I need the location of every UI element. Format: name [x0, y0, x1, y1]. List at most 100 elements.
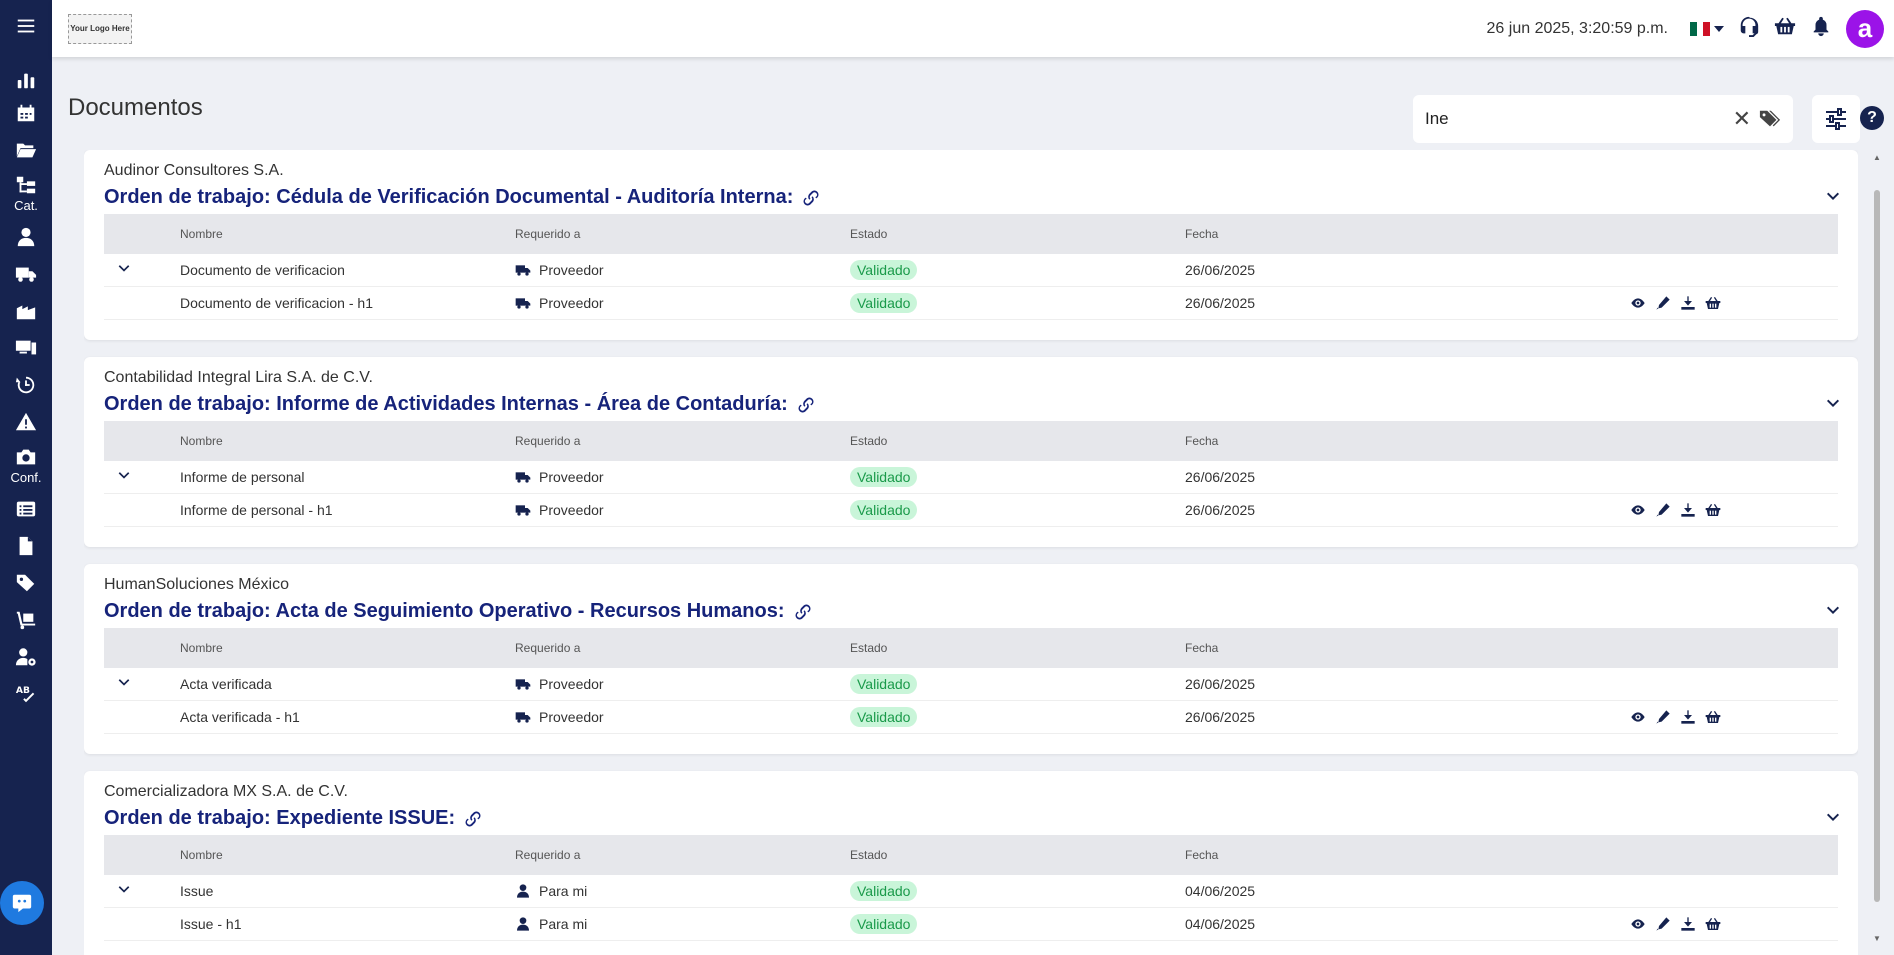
required-to: Proveedor [515, 676, 850, 692]
order-title[interactable]: Orden de trabajo: Expediente ISSUE: [104, 807, 483, 830]
sidebar-item-suppliers[interactable] [0, 255, 52, 292]
row-actions [1630, 916, 1721, 932]
table-row[interactable]: Acta verificada - h1 Proveedor Validado 26/… [104, 701, 1838, 734]
eye-icon[interactable] [1630, 295, 1646, 311]
pen-icon[interactable] [1655, 295, 1671, 311]
truck-icon [515, 502, 531, 518]
link-icon[interactable] [796, 395, 816, 415]
pen-icon[interactable] [1655, 709, 1671, 725]
camera-icon [16, 449, 36, 464]
sidebar-item-alerts[interactable] [0, 403, 52, 440]
truck-icon [515, 676, 531, 692]
eye-icon[interactable] [1630, 502, 1646, 518]
pen-icon[interactable] [1655, 916, 1671, 932]
language-flag-icon[interactable] [1690, 21, 1711, 36]
sidebar-item-folders[interactable] [0, 131, 52, 168]
column-header-name: Nombre [180, 434, 223, 448]
table-row[interactable]: Documento de verificacion - h1 Proveedor V… [104, 287, 1838, 320]
sidebar-item-spellcheck[interactable]: AB [0, 675, 52, 712]
link-icon[interactable] [793, 602, 813, 622]
sidebar-item-calendar[interactable] [0, 94, 52, 131]
sidebar-item-catalogs[interactable]: Cat. [0, 168, 52, 218]
order-title-text: Orden de trabajo: Expediente ISSUE: [104, 807, 456, 829]
basket-icon[interactable] [1705, 916, 1721, 932]
order-title[interactable]: Orden de trabajo: Cédula de Verificación… [104, 186, 821, 209]
sitemap-icon [16, 176, 36, 193]
sidebar-item-tags[interactable] [0, 564, 52, 601]
sidebar-item-config[interactable]: Conf. [0, 440, 52, 490]
filter-button[interactable] [1812, 95, 1860, 143]
chevron-down-icon[interactable] [1824, 188, 1842, 211]
link-icon[interactable] [801, 188, 821, 208]
state-cell: Validado [850, 500, 1185, 520]
search-input[interactable] [1425, 109, 1733, 129]
menu-icon [17, 19, 35, 33]
chevron-down-icon[interactable] [1714, 25, 1724, 32]
avatar[interactable]: a [1846, 9, 1884, 48]
download-icon[interactable] [1680, 295, 1696, 311]
cart-button[interactable] [1774, 15, 1796, 42]
chevron-down-icon [118, 885, 130, 893]
calendar-icon [17, 104, 35, 121]
order-title[interactable]: Orden de trabajo: Acta de Seguimiento Op… [104, 600, 813, 623]
sidebar-item-shipments[interactable] [0, 601, 52, 638]
order-title[interactable]: Orden de trabajo: Informe de Actividades… [104, 393, 816, 416]
sidebar-item-history[interactable] [0, 366, 52, 403]
column-header-date: Fecha [1185, 227, 1219, 241]
basket-icon[interactable] [1705, 709, 1721, 725]
chevron-down-icon[interactable] [1824, 395, 1842, 418]
table-row[interactable]: Documento de verificacion Proveedor Valida… [104, 254, 1838, 287]
sidebar-item-devices[interactable] [0, 329, 52, 366]
link-icon[interactable] [463, 809, 483, 829]
tags-icon[interactable] [1759, 108, 1781, 130]
table-row[interactable]: Issue Para mi Validado 04/06/2025 [104, 875, 1838, 908]
help-button[interactable]: ? [1860, 106, 1884, 130]
table-row[interactable]: Issue - h1 Para mi Validado 04/06/2025 [104, 908, 1838, 941]
row-actions [1630, 709, 1721, 725]
row-toggle[interactable] [104, 261, 180, 280]
eye-icon[interactable] [1630, 916, 1646, 932]
support-button[interactable] [1738, 15, 1760, 42]
notifications-button[interactable] [1810, 15, 1832, 42]
clear-search-icon[interactable]: ✕ [1733, 106, 1751, 132]
table-header: Nombre Requerido a Estado Fecha [104, 835, 1838, 875]
table-row[interactable]: Acta verificada Proveedor Validado 26/06/20… [104, 668, 1838, 701]
download-icon[interactable] [1680, 709, 1696, 725]
chevron-down-icon [118, 678, 130, 686]
table-row[interactable]: Informe de personal - h1 Proveedor Validad… [104, 494, 1838, 527]
logo[interactable]: Your Logo Here [68, 13, 132, 44]
download-icon[interactable] [1680, 502, 1696, 518]
scroll-up-arrow[interactable]: ▲ [1872, 153, 1882, 162]
row-toggle[interactable] [104, 468, 180, 487]
table-header: Nombre Requerido a Estado Fecha [104, 628, 1838, 668]
download-icon[interactable] [1680, 916, 1696, 932]
eye-icon[interactable] [1630, 709, 1646, 725]
folder-open-icon [16, 143, 37, 157]
menu-button[interactable] [0, 0, 52, 52]
chevron-down-icon[interactable] [1824, 809, 1842, 832]
user-icon [17, 227, 35, 246]
pen-icon[interactable] [1655, 502, 1671, 518]
document-name: Documento de verificacion - h1 [180, 295, 373, 311]
sidebar-item-dashboard[interactable] [0, 66, 52, 94]
status-badge: Validado [850, 500, 918, 520]
sidebar-item-users[interactable] [0, 218, 52, 255]
table-row[interactable]: Informe de personal Proveedor Validado 26/0… [104, 461, 1838, 494]
row-toggle[interactable] [104, 675, 180, 694]
scrollbar-thumb[interactable] [1874, 190, 1880, 902]
basket-icon[interactable] [1705, 502, 1721, 518]
history-icon [15, 376, 35, 393]
sidebar-item-user-settings[interactable] [0, 638, 52, 675]
basket-icon[interactable] [1705, 295, 1721, 311]
chevron-down-icon[interactable] [1824, 602, 1842, 625]
scroll-down-arrow[interactable]: ▼ [1872, 934, 1882, 943]
building-icon [16, 305, 36, 319]
chat-button[interactable] [0, 881, 44, 925]
sidebar-item-list[interactable] [0, 490, 52, 527]
state-cell: Validado [850, 260, 1185, 280]
sidebar-item-companies[interactable] [0, 292, 52, 329]
row-toggle[interactable] [104, 882, 180, 901]
column-header-name: Nombre [180, 641, 223, 655]
document-name: Issue [180, 883, 214, 899]
sidebar-item-documents[interactable] [0, 527, 52, 564]
